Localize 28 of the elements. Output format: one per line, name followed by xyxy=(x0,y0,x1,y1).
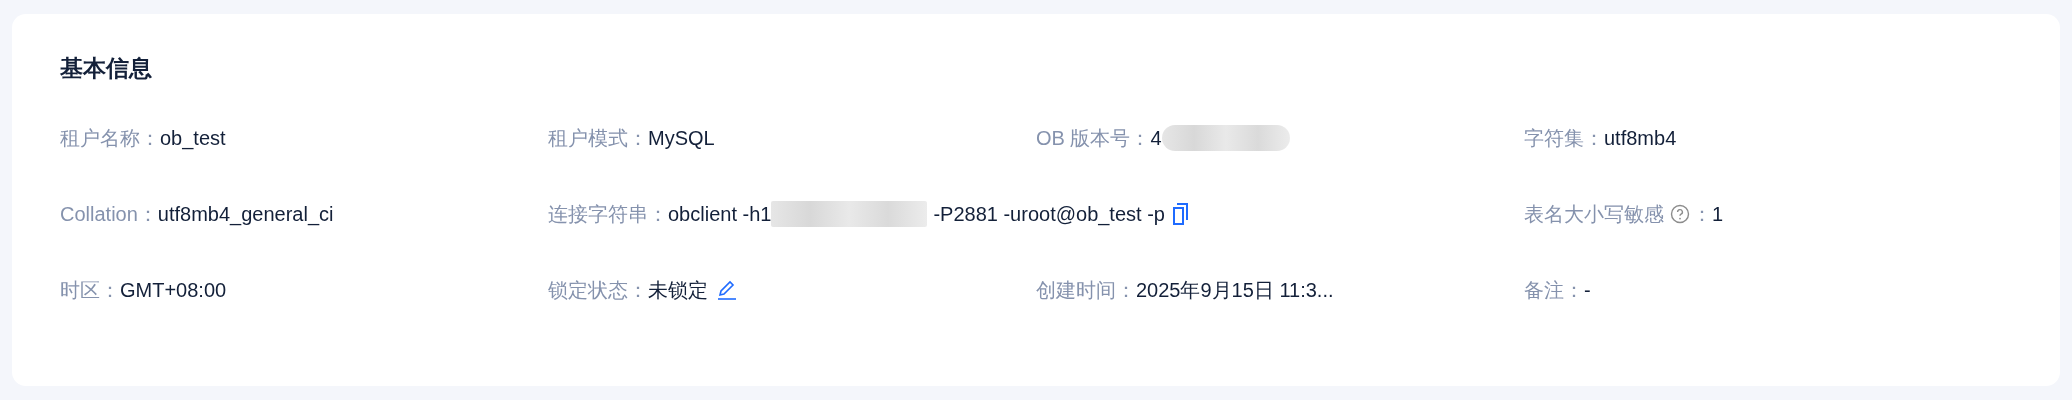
help-icon[interactable] xyxy=(1670,204,1690,224)
field-value: obclient -h1 xyxy=(668,202,772,227)
field-value: -P2881 -uroot@ob_test -p xyxy=(933,202,1165,228)
field-value: utf8mb4 xyxy=(1604,126,1677,151)
field-value: 1 xyxy=(1712,202,1724,227)
field-label: 表名大小写敏感 xyxy=(1524,202,1664,227)
field-label: 时区： xyxy=(60,278,120,303)
edit-icon[interactable] xyxy=(716,279,738,301)
field-value: 未锁定 xyxy=(648,278,708,303)
field-label: 备注： xyxy=(1524,278,1584,303)
copy-icon[interactable] xyxy=(1172,203,1189,225)
field-label: Collation： xyxy=(60,202,158,227)
colon: ： xyxy=(1692,202,1712,227)
field-value: MySQL xyxy=(648,126,715,151)
field-label: 租户模式： xyxy=(548,126,648,151)
field-value: utf8mb4_general_ci xyxy=(157,202,334,228)
field-label: 连接字符串： xyxy=(548,202,668,227)
field-value: - xyxy=(1584,278,1591,303)
field-value: 2025年9月15日 11:3... xyxy=(1136,278,1334,303)
field-label: 字符集： xyxy=(1524,126,1604,151)
field-value: 4 xyxy=(1150,126,1162,151)
field-label: OB 版本号： xyxy=(1036,126,1151,151)
field-label: 创建时间： xyxy=(1036,278,1136,303)
card-title: 基本信息 xyxy=(60,54,153,83)
field-label: 锁定状态： xyxy=(548,278,648,303)
field-value: GMT+08:00 xyxy=(120,278,227,303)
field-value: ob_test xyxy=(160,126,226,152)
field-label: 租户名称： xyxy=(60,126,160,151)
